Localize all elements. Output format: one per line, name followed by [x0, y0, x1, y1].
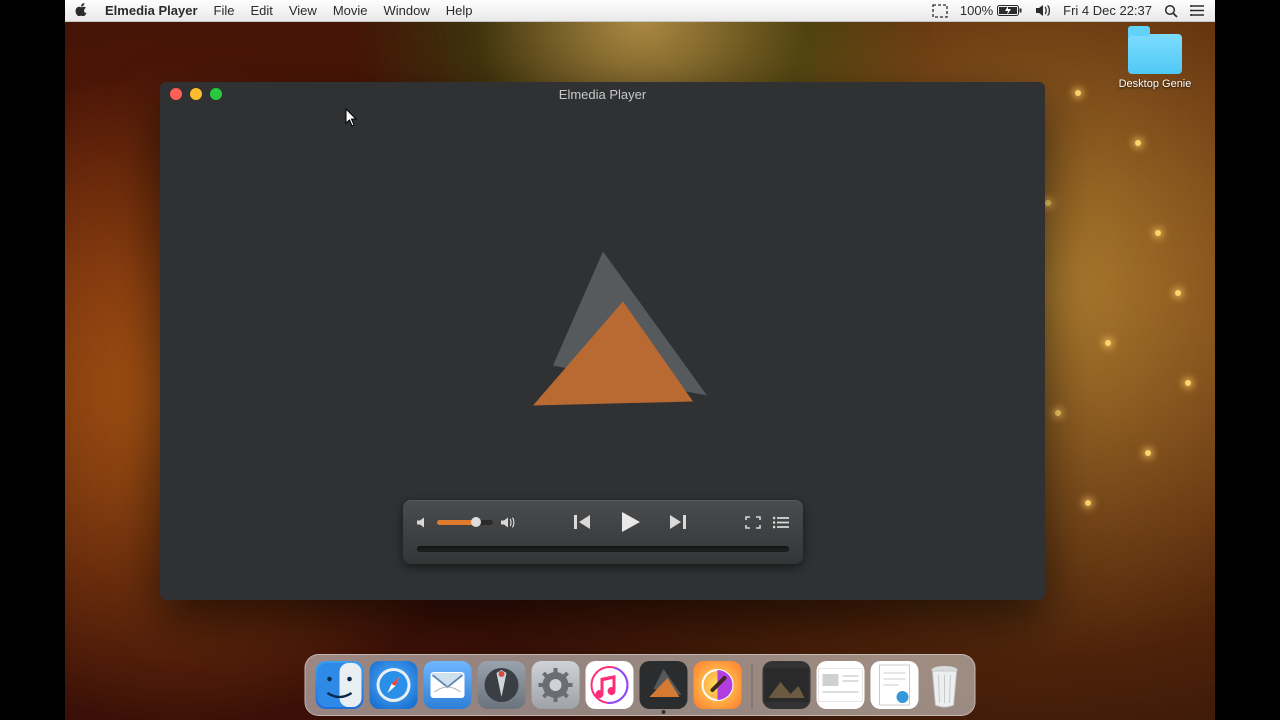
dock [305, 654, 976, 716]
dock-doc-image[interactable] [763, 661, 811, 709]
dock-app-finder[interactable] [316, 661, 364, 709]
dock-app-elmedia[interactable] [640, 661, 688, 709]
menu-view[interactable]: View [289, 3, 317, 18]
battery-status[interactable]: 100% [960, 3, 1023, 18]
desktop: Elmedia Player File Edit View Movie Wind… [65, 0, 1215, 720]
dock-doc-contacts[interactable] [817, 661, 865, 709]
menu-edit[interactable]: Edit [250, 3, 272, 18]
clock-label[interactable]: Fri 4 Dec 22:37 [1063, 3, 1152, 18]
menu-window[interactable]: Window [384, 3, 430, 18]
view-controls [745, 516, 789, 529]
next-button[interactable] [668, 514, 686, 530]
previous-button[interactable] [574, 514, 592, 530]
desktop-folder-genie[interactable]: Desktop Genie [1115, 34, 1195, 90]
menu-help[interactable]: Help [446, 3, 473, 18]
elmedia-logo-icon [493, 246, 713, 441]
desktop-folder-label: Desktop Genie [1115, 78, 1195, 90]
volume-slider[interactable] [437, 520, 493, 525]
volume-control [417, 517, 516, 528]
play-button[interactable] [618, 510, 642, 534]
volume-mute-icon[interactable] [417, 517, 429, 528]
menubar-items: File Edit View Movie Window Help [214, 3, 473, 18]
window-title: Elmedia Player [160, 87, 1045, 102]
progress-bar[interactable] [417, 546, 789, 552]
menubar: Elmedia Player File Edit View Movie Wind… [65, 0, 1215, 22]
apple-menu-icon[interactable] [75, 2, 89, 19]
dock-app-itunes[interactable] [586, 661, 634, 709]
battery-percent-label: 100% [960, 3, 993, 18]
player-controls [403, 500, 803, 564]
spotlight-icon[interactable] [1164, 4, 1178, 18]
volume-thumb[interactable] [471, 517, 481, 527]
dock-app-system-preferences[interactable] [532, 661, 580, 709]
menubar-app-name[interactable]: Elmedia Player [105, 3, 198, 18]
window-close-button[interactable] [170, 88, 182, 100]
window-titlebar[interactable]: Elmedia Player [160, 82, 1045, 106]
menu-file[interactable]: File [214, 3, 235, 18]
dock-app-safari[interactable] [370, 661, 418, 709]
notifications-icon[interactable] [1190, 4, 1205, 17]
volume-icon[interactable] [1035, 4, 1051, 17]
menu-movie[interactable]: Movie [333, 3, 368, 18]
dock-trash[interactable] [925, 663, 965, 709]
dock-doc-document[interactable] [871, 661, 919, 709]
screenshot-region-icon[interactable] [932, 4, 948, 18]
dock-app-mail[interactable] [424, 661, 472, 709]
dock-divider [752, 665, 753, 709]
volume-max-icon[interactable] [501, 517, 516, 528]
folder-icon [1128, 34, 1182, 74]
elmedia-window: Elmedia Player [160, 82, 1045, 600]
window-minimize-button[interactable] [190, 88, 202, 100]
window-traffic-lights [160, 88, 222, 100]
dock-app-launchpad[interactable] [478, 661, 526, 709]
window-zoom-button[interactable] [210, 88, 222, 100]
transport-controls [516, 510, 745, 534]
menubar-status: 100% Fri 4 Dec 22:37 [932, 3, 1205, 18]
dock-app-colorsync[interactable] [694, 661, 742, 709]
letterbox-left [0, 0, 65, 720]
fullscreen-button[interactable] [745, 516, 761, 529]
player-viewport[interactable] [160, 106, 1045, 600]
letterbox-right [1215, 0, 1280, 720]
playlist-button[interactable] [773, 516, 789, 529]
